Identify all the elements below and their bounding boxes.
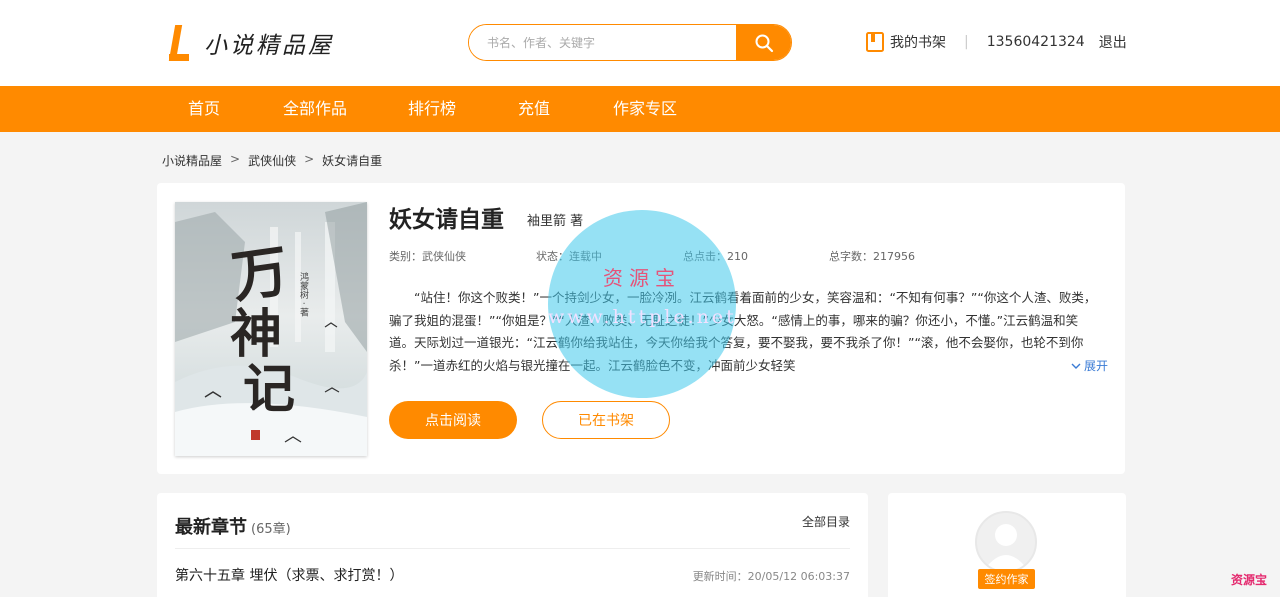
book-cover[interactable]: 万 神 记 鸿蒙树 · 著 (175, 202, 367, 456)
site-logo[interactable]: 小说精品屋 (166, 25, 334, 61)
expand-label: 展开 (1084, 359, 1109, 373)
breadcrumb-current: 妖女请自重 (322, 154, 383, 168)
latest-chapters-title: 最新章节 (175, 517, 247, 538)
book-author[interactable]: 袖里箭 著 (527, 210, 583, 229)
search-bar (468, 24, 792, 61)
latest-chapter-link[interactable]: 第六十五章 埋伏（求票、求打赏！） (175, 565, 403, 585)
logo-l-icon (166, 25, 190, 61)
corner-watermark: 资源宝 (1231, 573, 1268, 587)
read-now-button[interactable]: 点击阅读 (389, 401, 517, 439)
nav-recharge[interactable]: 充值 (518, 86, 550, 132)
signed-author-badge: 签约作家 (978, 569, 1035, 589)
watermark-url: www.httple.net (548, 306, 737, 328)
latest-chapters-panel: 最新章节 (65章) 全部目录 第六十五章 埋伏（求票、求打赏！） 更新时间：20… (157, 493, 868, 597)
breadcrumb-separator: > (304, 152, 315, 166)
book-title: 妖女请自重 (389, 207, 504, 233)
latest-chapters-heading: 最新章节 (65章) (175, 513, 291, 539)
breadcrumb-home[interactable]: 小说精品屋 (162, 152, 222, 169)
watermark-circle: 资源宝 www.httple.net (548, 210, 736, 398)
breadcrumb-separator: > (230, 152, 241, 166)
cover-title-char-2: 神 (230, 304, 282, 365)
cover-title-char-1: 万 (228, 238, 293, 311)
nav-all-works[interactable]: 全部作品 (283, 86, 347, 132)
nav-author-zone[interactable]: 作家专区 (613, 86, 677, 132)
search-input[interactable] (469, 25, 736, 60)
book-category: 类别：武侠仙侠 (389, 248, 466, 264)
my-bookshelf-label: 我的书架 (890, 35, 946, 51)
divider (175, 548, 850, 549)
update-time: 更新时间：20/05/12 06:03:37 (692, 570, 850, 583)
user-phone[interactable]: 13560421324 (987, 34, 1085, 50)
book-intro: “站住！你这个败类！”一个持剑少女，一脸冷冽。江云鹤看着面前的少女，笑容温和：“… (389, 290, 1097, 373)
nav-rankings[interactable]: 排行榜 (408, 86, 456, 132)
bookshelf-icon (866, 32, 884, 52)
expand-intro-button[interactable]: 展开 (1065, 357, 1109, 374)
search-icon (755, 34, 773, 52)
book-category-text: 类别：武侠仙侠 (389, 250, 466, 263)
chevron-down-icon (1071, 363, 1081, 369)
user-area: 我的书架 | 13560421324 退出 (866, 32, 1127, 52)
cover-author-text: 鸿蒙树 · 著 (298, 271, 309, 317)
main-nav: 首页 全部作品 排行榜 充值 作家专区 (0, 86, 1280, 132)
author-avatar[interactable] (975, 511, 1037, 573)
in-bookshelf-button[interactable]: 已在书架 (542, 401, 670, 439)
book-word-count-text: 总字数：217956 (829, 250, 915, 263)
chapter-count: (65章) (251, 522, 291, 537)
cover-title-char-3: 记 (243, 359, 295, 420)
breadcrumb: 小说精品屋 > 武侠仙侠 > 妖女请自重 (162, 152, 382, 169)
breadcrumb-category[interactable]: 武侠仙侠 (248, 152, 296, 169)
watermark-title: 资源宝 (603, 266, 681, 290)
all-chapters-link[interactable]: 全部目录 (802, 513, 850, 530)
separator: | (964, 34, 969, 50)
logout-link[interactable]: 退出 (1099, 32, 1127, 52)
search-button[interactable] (736, 25, 791, 60)
nav-home[interactable]: 首页 (188, 86, 220, 132)
cover-illustration: 万 神 记 鸿蒙树 · 著 (175, 202, 367, 456)
top-header: 小说精品屋 我的书架 | 13560421324 退出 (0, 0, 1280, 86)
user-avatar-icon (985, 524, 1027, 569)
author-card: 签约作家 (888, 493, 1126, 597)
book-word-count: 总字数：217956 (829, 248, 915, 264)
my-bookshelf-link[interactable]: 我的书架 (866, 32, 946, 52)
site-name: 小说精品屋 (204, 33, 334, 59)
